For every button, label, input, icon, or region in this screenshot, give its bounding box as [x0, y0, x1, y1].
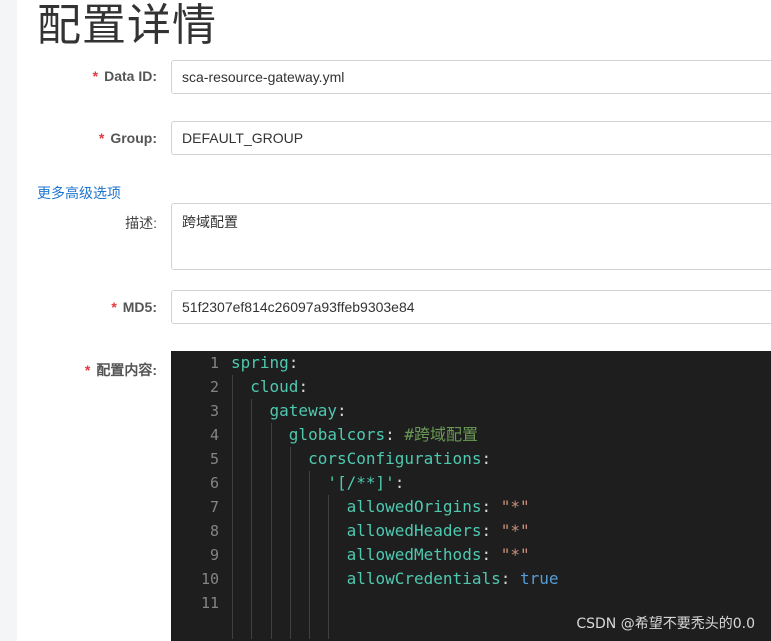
indent-guide — [328, 495, 330, 639]
code-text: allowedOrigins: "*" — [346, 497, 530, 516]
code-line: 9 allowedMethods: "*" — [171, 543, 771, 567]
line-number: 3 — [209, 402, 219, 420]
indent-guide — [232, 375, 233, 639]
indent-guide — [309, 471, 311, 639]
watermark: CSDN @希望不要秃头的0.0 — [576, 616, 755, 632]
md5-label: * MD5: — [111, 299, 157, 315]
code-text: cloud: — [250, 377, 309, 396]
code-line: 5 corsConfigurations: — [171, 447, 771, 471]
code-line: 3 gateway: — [171, 399, 771, 423]
line-number: 9 — [209, 546, 219, 564]
data-id-label: * Data ID: — [92, 68, 157, 84]
code-line: 7 allowedOrigins: "*" — [171, 495, 771, 519]
code-editor[interactable]: 1 spring: 2 cloud: 3 gateway: 4 globalcors: … — [171, 351, 771, 641]
code-line: 10 allowCredentials: true — [171, 567, 771, 591]
code-line: 4 globalcors: #跨域配置 — [171, 423, 771, 447]
code-line: 1 spring: — [171, 351, 771, 375]
indent-guide — [289, 447, 291, 639]
advanced-options-link[interactable]: 更多高级选项 — [37, 183, 121, 203]
page-title: 配置详情 — [37, 0, 217, 51]
code-line: 6 '[/**]': — [171, 471, 771, 495]
code-text: allowedMethods: "*" — [346, 545, 530, 564]
indent-guide — [270, 423, 272, 639]
line-number: 5 — [209, 450, 219, 468]
code-line: 11 — [171, 591, 771, 615]
line-number: 8 — [209, 522, 219, 540]
line-number: 6 — [209, 474, 219, 492]
code-text: gateway: — [269, 401, 347, 420]
line-number: 2 — [209, 378, 219, 396]
description-field[interactable]: 跨域配置 — [171, 203, 771, 270]
left-sidebar-strip — [0, 0, 17, 641]
required-mark: * — [98, 130, 105, 146]
line-number: 1 — [209, 354, 219, 372]
code-text: allowedHeaders: "*" — [346, 521, 530, 540]
line-number: 10 — [200, 570, 219, 588]
md5-field[interactable]: 51f2307ef814c26097a93ffeb9303e84 — [171, 290, 771, 324]
content-label: * 配置内容: — [84, 362, 157, 378]
line-number: 4 — [209, 426, 219, 444]
code-text: allowCredentials: true — [346, 569, 559, 588]
code-text: globalcors: #跨域配置 — [288, 425, 479, 444]
group-field[interactable]: DEFAULT_GROUP — [171, 121, 771, 155]
description-label: 描述: — [125, 215, 157, 231]
code-text: spring: — [231, 353, 299, 372]
line-number: 7 — [209, 498, 219, 516]
line-number: 11 — [200, 594, 219, 612]
group-label: * Group: — [98, 130, 157, 146]
required-mark: * — [92, 68, 99, 84]
code-line: 2 cloud: — [171, 375, 771, 399]
code-line: 8 allowedHeaders: "*" — [171, 519, 771, 543]
required-mark: * — [84, 362, 91, 378]
code-text: '[/**]': — [327, 473, 405, 492]
indent-guide — [251, 399, 253, 639]
required-mark: * — [111, 299, 117, 315]
data-id-field[interactable]: sca-resource-gateway.yml — [171, 60, 771, 94]
